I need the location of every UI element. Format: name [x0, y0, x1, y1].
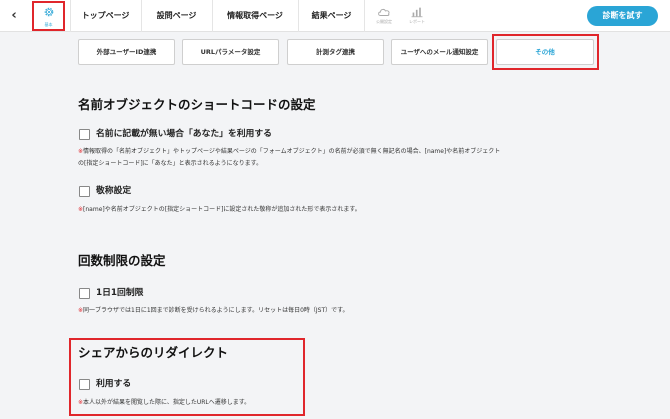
bar-chart-icon [411, 7, 423, 18]
use-anata-note-line2: の[指定ショートコード]に「あなた」と表示されるようになります。 [78, 160, 263, 167]
daily-limit-label: 1日1回制限 [96, 288, 144, 298]
use-anata-note: ※情報取得の「名前オブジェクト」やトップページや結果ページの「フォームオブジェク… [78, 146, 500, 170]
use-anata-label: 名前に記載が無い場合「あなた」を利用する [96, 129, 272, 139]
subtab-other[interactable]: その他 [496, 39, 594, 65]
tab-question-page[interactable]: 設問ページ [141, 0, 211, 32]
use-anata-checkbox[interactable] [79, 129, 90, 140]
daily-limit-note: ※同一ブラウザでは1日に1回まで診断を受けられるようにします。リセットは毎日0時… [78, 305, 349, 317]
redirect-checkbox[interactable] [79, 379, 90, 390]
limit-section-title: 回数制限の設定 [78, 253, 166, 268]
tab-info-page[interactable]: 情報取得ページ [212, 0, 297, 32]
daily-limit-checkbox[interactable] [79, 288, 90, 299]
use-anata-note-line1: 情報取得の「名前オブジェクト」やトップページや結果ページの「フォームオブジェクト… [83, 148, 501, 155]
publish-settings-tab[interactable]: 公開設定 [369, 3, 399, 29]
honorific-note-text: [name]や名前オブジェクトの[指定ショートコード]に設定された敬称が追加され… [83, 206, 361, 213]
top-navigation-bar: ‹ 基本 トップページ 設問ページ 情報取得ページ 結果ページ 公開設定 レポー… [0, 0, 670, 32]
redirect-note-text: 本人以外が結果を閲覧した際に、指定したURLへ遷移します。 [83, 399, 251, 406]
honorific-checkbox[interactable] [79, 186, 90, 197]
subtab-url-parameters[interactable]: URLパラメータ設定 [182, 39, 279, 65]
subtab-external-user-id[interactable]: 外部ユーザーID連携 [78, 39, 175, 65]
back-chevron-icon[interactable]: ‹ [4, 6, 24, 26]
report-label: レポート [409, 19, 425, 24]
honorific-label: 敬称設定 [96, 186, 132, 196]
redirect-label: 利用する [96, 379, 132, 389]
name-shortcode-section-title: 名前オブジェクトのショートコードの設定 [78, 97, 316, 112]
settings-tab-label: 基本 [44, 22, 53, 27]
tab-top-page[interactable]: トップページ [70, 0, 140, 32]
subtab-tracking-tags[interactable]: 計測タグ連携 [287, 39, 384, 65]
tab-result-page[interactable]: 結果ページ [298, 0, 365, 32]
redirect-section-title: シェアからのリダイレクト [78, 345, 229, 360]
publish-settings-label: 公開設定 [376, 19, 392, 24]
cloud-icon [378, 8, 390, 16]
subtab-email-notification[interactable]: ユーザへのメール通知設定 [391, 39, 488, 65]
redirect-note: ※本人以外が結果を閲覧した際に、指定したURLへ遷移します。 [78, 397, 250, 409]
gear-icon [44, 7, 54, 17]
report-tab[interactable]: レポート [402, 3, 432, 29]
daily-limit-note-text: 同一ブラウザでは1日に1回まで診断を受けられるようにします。リセットは毎日0時（… [83, 307, 349, 314]
try-diagnosis-button[interactable]: 診断を試す [587, 6, 658, 26]
settings-tab[interactable]: 基本 [32, 1, 65, 31]
honorific-note: ※[name]や名前オブジェクトの[指定ショートコード]に設定された敬称が追加さ… [78, 204, 361, 216]
